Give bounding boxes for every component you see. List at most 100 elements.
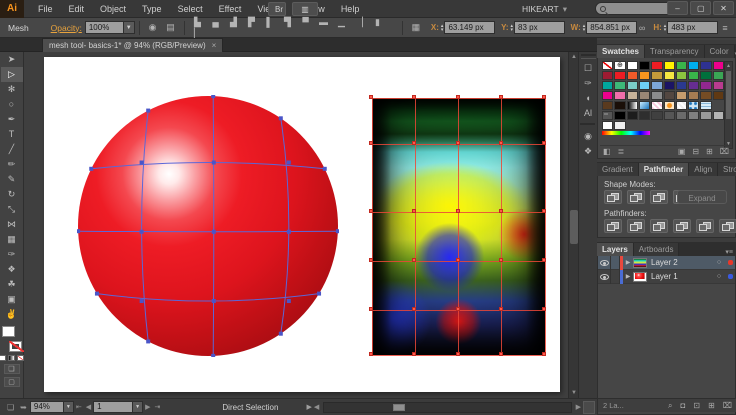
swatch-pat-blue2[interactable]	[700, 101, 712, 110]
swatch-pat-pink[interactable]	[651, 101, 663, 110]
mesh-anchor-point[interactable]	[455, 352, 460, 356]
swatch[interactable]	[675, 61, 688, 70]
swatch[interactable]	[626, 91, 638, 100]
align-bottom-icon[interactable]: ▜	[281, 17, 295, 28]
mesh-anchor-point[interactable]	[542, 258, 546, 263]
swatch[interactable]	[675, 81, 688, 90]
swatch-rainbow[interactable]	[602, 131, 651, 135]
mesh-column-line[interactable]	[544, 98, 546, 355]
tab-pathfinder[interactable]: Pathfinder	[638, 163, 690, 176]
swatch[interactable]	[700, 91, 712, 100]
layer-name[interactable]: Layer 2	[651, 258, 713, 267]
swatch[interactable]	[638, 91, 651, 100]
tab-align[interactable]: Align	[689, 163, 719, 176]
mesh-anchor-point[interactable]	[412, 258, 417, 263]
selection-tool[interactable]: ➤	[1, 52, 23, 67]
mesh-anchor-point[interactable]	[498, 95, 503, 99]
fill-swatch[interactable]	[1, 326, 15, 337]
tab-transparency[interactable]: Transparency	[644, 45, 705, 58]
dock-artboards-icon[interactable]: ☐	[580, 61, 597, 76]
tab-gradient[interactable]: Gradient	[597, 163, 639, 176]
dock-appearance-icon[interactable]: ◉	[580, 129, 597, 144]
artboard-page[interactable]	[44, 57, 560, 392]
distribute-bottom-icon[interactable]: ▁	[335, 17, 349, 28]
swatch-pat-orange[interactable]	[663, 101, 675, 110]
draw-mode-button[interactable]: ❏	[3, 364, 20, 374]
new-color-group-button[interactable]: ⊟	[692, 147, 699, 156]
swatch-registration[interactable]: ⊕	[614, 61, 626, 70]
expand-button[interactable]: Expand	[677, 190, 727, 204]
menu-help[interactable]: Help	[333, 0, 368, 18]
hscroll-right-icon[interactable]: ▶	[576, 403, 581, 411]
swatch[interactable]	[614, 101, 626, 110]
align-top-icon[interactable]: ▛	[245, 17, 259, 28]
swatch[interactable]	[651, 91, 663, 100]
screen-mode-button[interactable]: ▢	[3, 377, 20, 387]
mesh-anchor-point[interactable]	[412, 307, 417, 312]
menu-type[interactable]: Type	[134, 0, 170, 18]
trim-button[interactable]	[627, 219, 645, 233]
mesh-anchor-point[interactable]	[412, 209, 417, 214]
tab-swatches[interactable]: Swatches	[597, 45, 645, 58]
swatch[interactable]	[688, 111, 700, 120]
swatch[interactable]	[626, 81, 638, 90]
swatch[interactable]	[688, 71, 700, 80]
swatch-none[interactable]	[602, 61, 614, 70]
tab-artboards[interactable]: Artboards	[633, 243, 680, 256]
status-menu-icon[interactable]: ▶	[306, 403, 311, 411]
zoom-dropdown-button[interactable]: ▼	[63, 401, 74, 413]
color-button[interactable]	[0, 355, 6, 361]
dock-comments-icon[interactable]: ◖	[580, 91, 597, 106]
swatch-grad-bw[interactable]	[626, 101, 638, 110]
line-tool[interactable]: ╱	[1, 142, 23, 157]
artboard-dropdown-button[interactable]: ▼	[133, 401, 144, 413]
scroll-up-icon[interactable]: ▲	[725, 62, 732, 70]
horizontal-scroll-thumb[interactable]	[393, 403, 406, 411]
visibility-toggle[interactable]	[598, 269, 611, 284]
tab-color[interactable]: Color	[704, 45, 735, 58]
delete-layer-button[interactable]: ⌧	[723, 401, 732, 411]
artboard-input[interactable]: 1	[93, 401, 134, 413]
layer-name[interactable]: Layer 1	[651, 272, 713, 281]
menu-effect[interactable]: Effect	[211, 0, 250, 18]
swatch[interactable]	[626, 111, 638, 120]
menu-select[interactable]: Select	[170, 0, 211, 18]
swatch-grad-blue[interactable]	[638, 101, 651, 110]
h-input[interactable]: 483 px	[667, 21, 718, 34]
mesh-anchor-point[interactable]	[369, 209, 373, 214]
y-stepper[interactable]: ▴ ▾	[511, 23, 514, 32]
swatch[interactable]	[675, 111, 688, 120]
menu-file[interactable]: File	[30, 0, 61, 18]
dock-brushes-icon[interactable]: ✑	[580, 76, 597, 91]
symbol-sprayer-tool[interactable]: ☘	[1, 277, 23, 292]
swatch[interactable]	[614, 121, 626, 130]
mesh-anchor-point[interactable]	[498, 258, 503, 263]
swatch[interactable]	[614, 81, 626, 90]
scale-tool[interactable]: ⤡	[1, 202, 23, 217]
swatch[interactable]	[626, 71, 638, 80]
mesh-anchor-point[interactable]	[412, 352, 417, 356]
export-icon[interactable]: ➥	[20, 403, 27, 412]
minus-front-button[interactable]	[627, 190, 645, 204]
mesh-anchor-point[interactable]	[412, 141, 417, 146]
close-button[interactable]: ✕	[713, 1, 734, 15]
document-setup-icon[interactable]: ▤	[164, 22, 178, 33]
new-layer-button[interactable]: ⊞	[708, 401, 715, 411]
visibility-toggle[interactable]	[598, 255, 611, 270]
free-transform-tool[interactable]: ▦	[1, 232, 23, 247]
swatch[interactable]	[700, 81, 712, 90]
mesh-anchor-point[interactable]	[369, 307, 373, 312]
swatch[interactable]	[663, 71, 675, 80]
mesh-column-line[interactable]	[501, 98, 503, 355]
swatch[interactable]	[700, 61, 712, 70]
first-artboard-icon[interactable]: ⇤	[76, 403, 82, 411]
tab-layers[interactable]: Layers	[597, 243, 634, 256]
swatch[interactable]	[651, 61, 663, 70]
hscroll-left-icon[interactable]: ◀	[314, 403, 319, 411]
none-button[interactable]	[17, 355, 24, 361]
y-input[interactable]: 83 px	[514, 21, 565, 34]
swatch[interactable]	[712, 91, 724, 100]
stroke-swatch[interactable]	[8, 341, 24, 352]
w-stepper[interactable]: ▴ ▾	[583, 23, 586, 32]
swatch[interactable]	[638, 61, 651, 70]
